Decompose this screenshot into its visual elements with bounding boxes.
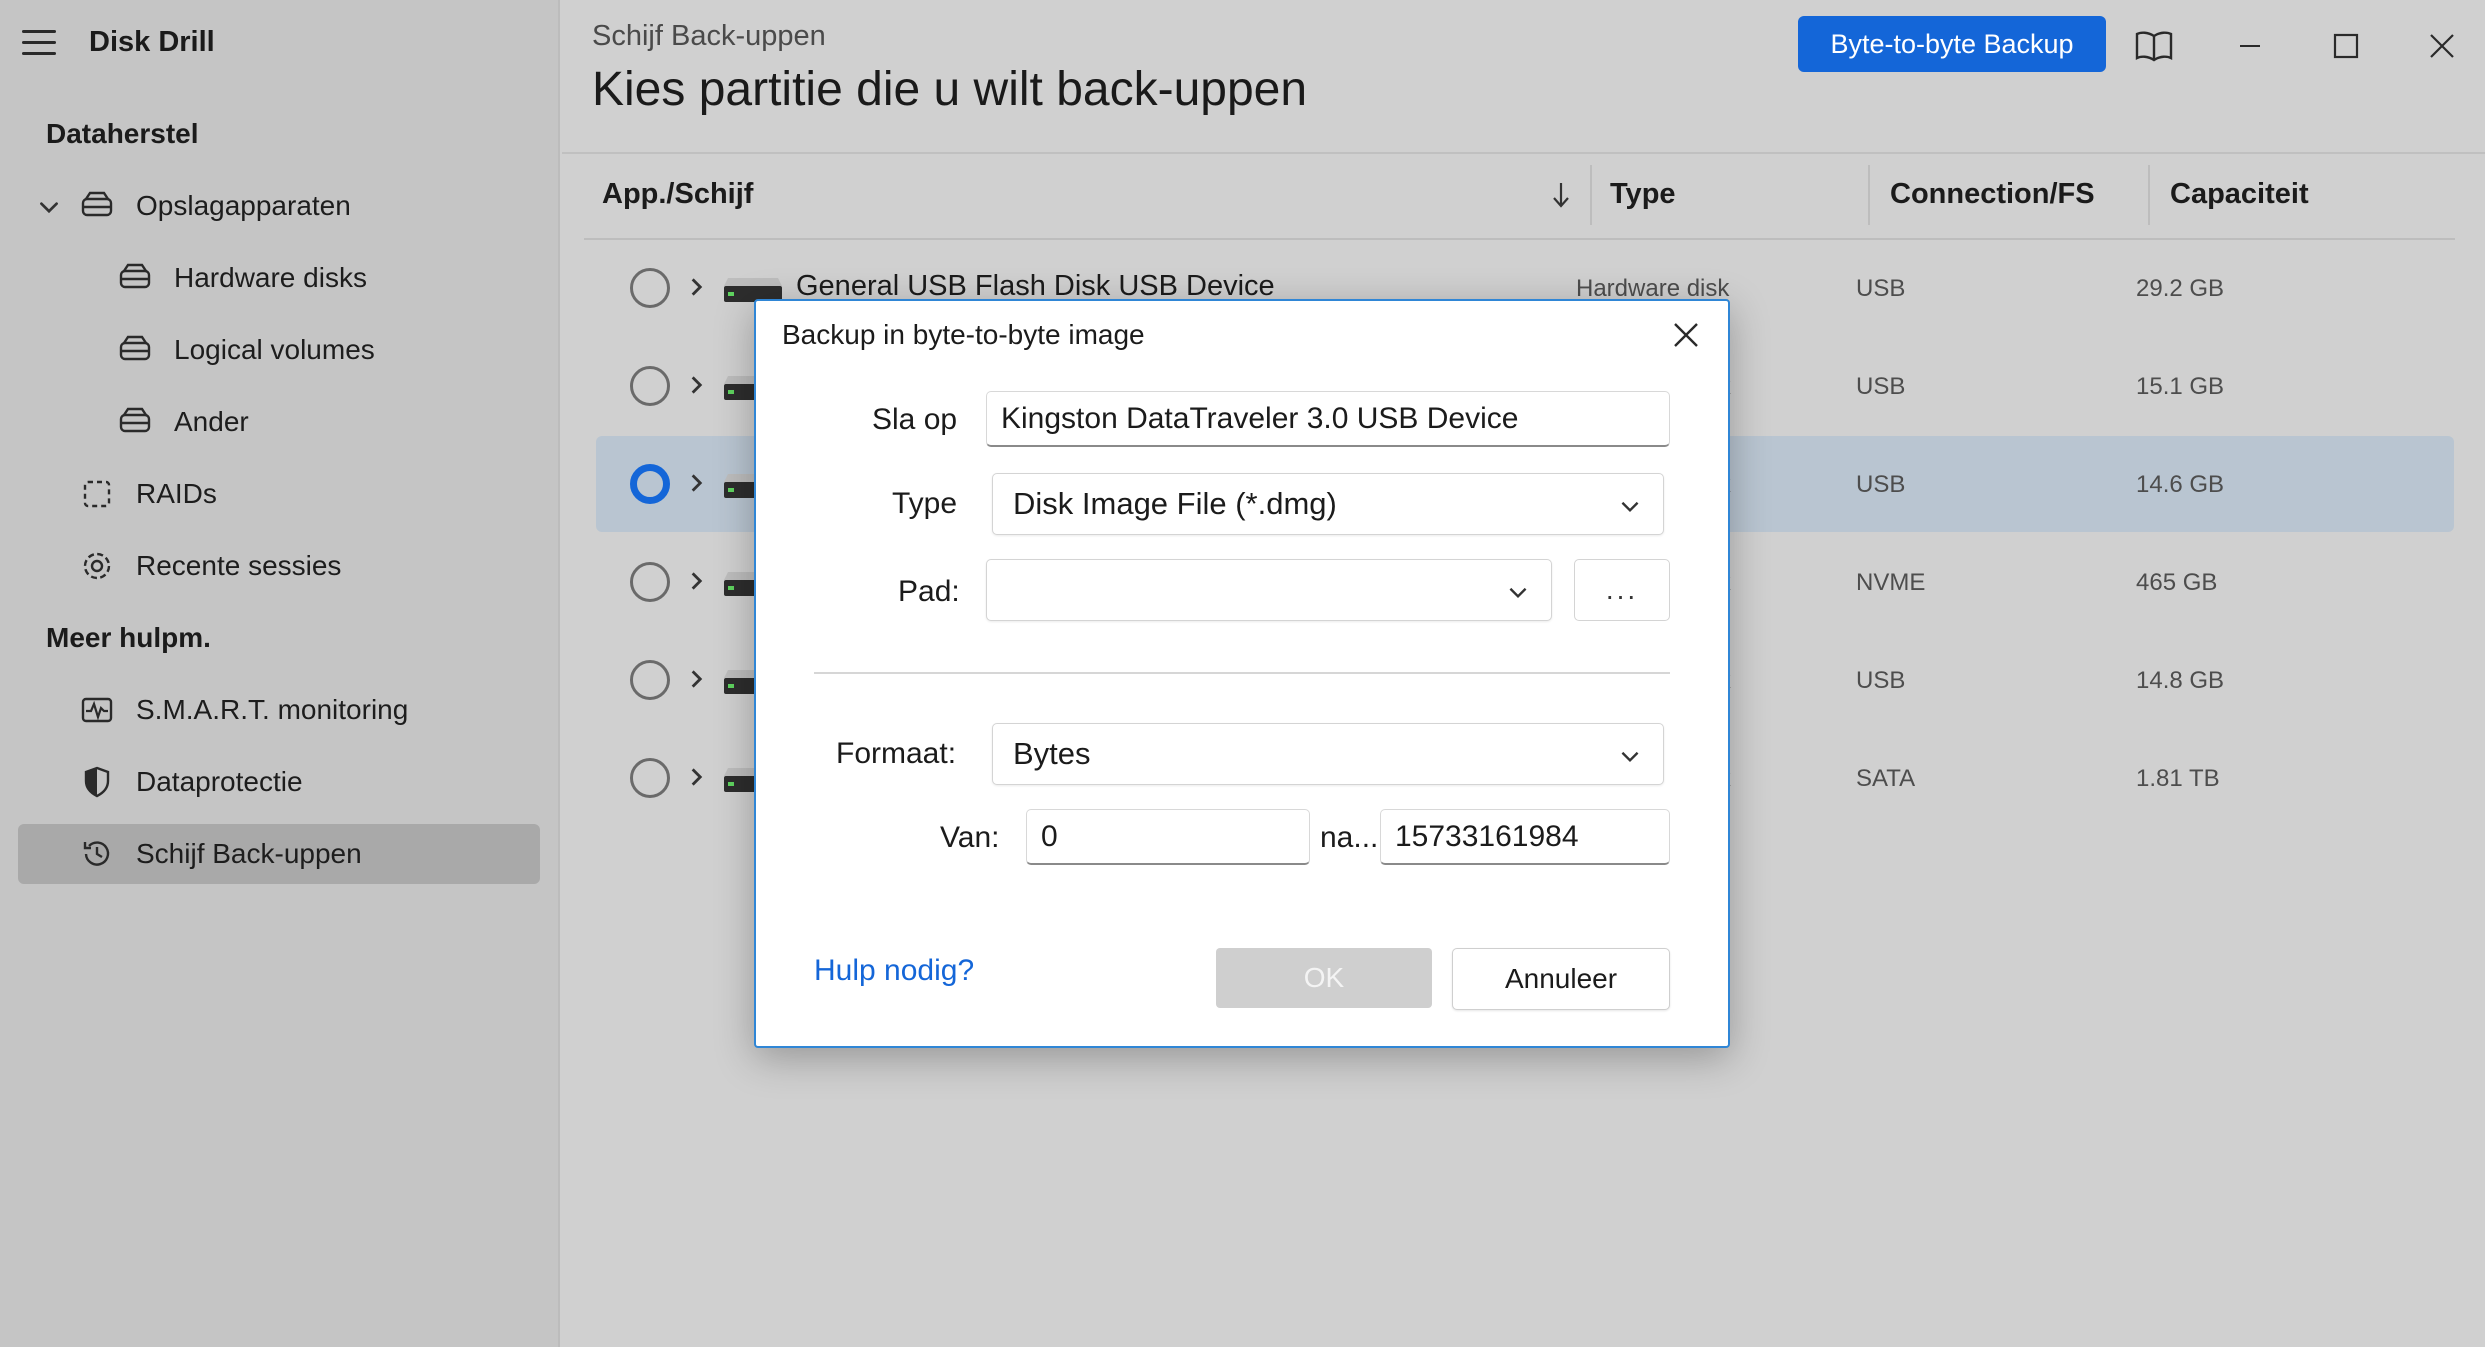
column-header-app-schijf[interactable]: App./Schijf (602, 178, 753, 211)
minimize-icon[interactable] (2228, 24, 2272, 68)
disk-capacity: 465 GB (2136, 569, 2218, 596)
maximize-icon[interactable] (2324, 24, 2368, 68)
dialog-close-icon[interactable] (1666, 315, 1706, 355)
disk-capacity: 1.81 TB (2136, 765, 2220, 792)
sidebar: Disk Drill Dataherstel Opslagapparaten H… (0, 0, 560, 1347)
disk-connection: USB (1856, 373, 1906, 400)
row-radio[interactable] (630, 268, 670, 308)
chevron-down-icon (1621, 501, 1639, 513)
section-dataherstel: Dataherstel (46, 118, 199, 149)
to-label: na... (1320, 821, 1379, 854)
disk-capacity: 14.6 GB (2136, 471, 2225, 498)
format-label: Formaat: (836, 737, 957, 770)
drive-icon (118, 405, 152, 439)
to-input[interactable] (1380, 809, 1670, 865)
column-header-connection[interactable]: Connection/FS (1890, 178, 2095, 211)
format-select[interactable]: Bytes (992, 723, 1664, 785)
sidebar-item-label: Logical volumes (174, 334, 375, 365)
pulse-icon (80, 693, 114, 727)
cancel-button[interactable]: Annuleer (1452, 948, 1670, 1010)
format-select-value: Bytes (1013, 736, 1091, 771)
chevron-right-icon[interactable] (684, 372, 710, 398)
hamburger-menu-icon[interactable] (22, 30, 56, 58)
disk-connection: NVME (1856, 569, 1926, 596)
row-radio[interactable] (630, 758, 670, 798)
sidebar-item-label: Hardware disks (174, 262, 367, 293)
row-radio-selected[interactable] (630, 464, 670, 504)
section-meer-hulpm: Meer hulpm. (46, 622, 211, 653)
drive-icon (118, 333, 152, 367)
sidebar-item-label: Dataprotectie (136, 766, 303, 797)
type-select[interactable]: Disk Image File (*.dmg) (992, 473, 1664, 535)
path-select[interactable] (986, 559, 1552, 621)
row-radio[interactable] (630, 660, 670, 700)
sidebar-item-logical-volumes[interactable]: Logical volumes (118, 320, 375, 380)
browse-button[interactable]: ... (1574, 559, 1670, 621)
chevron-down-icon[interactable] (36, 195, 62, 221)
chevron-right-icon[interactable] (684, 470, 710, 496)
chevron-right-icon[interactable] (684, 764, 710, 790)
history-icon (80, 837, 114, 871)
page-title: Kies partitie die u wilt back-uppen (592, 63, 1308, 116)
sidebar-item-smart-monitoring[interactable]: S.M.A.R.T. monitoring (80, 680, 408, 740)
column-header-type[interactable]: Type (1610, 178, 1676, 211)
type-label: Type (892, 487, 958, 520)
sidebar-item-ander[interactable]: Ander (118, 392, 249, 452)
sidebar-item-label: Recente sessies (136, 550, 342, 581)
disk-connection: USB (1856, 471, 1906, 498)
column-divider (1868, 165, 1870, 225)
book-icon[interactable] (2132, 24, 2176, 68)
chevron-right-icon[interactable] (684, 568, 710, 594)
drive-icon (80, 189, 114, 223)
column-divider (2148, 165, 2150, 225)
chevron-right-icon[interactable] (684, 274, 710, 300)
from-label: Van: (940, 821, 1000, 854)
from-input[interactable] (1026, 809, 1310, 865)
sidebar-item-label: Ander (174, 406, 249, 437)
chevron-down-icon (1509, 587, 1527, 599)
raid-icon (80, 477, 114, 511)
dialog-divider (814, 672, 1670, 674)
sidebar-item-opslagapparaten[interactable]: Opslagapparaten (80, 176, 351, 236)
sidebar-item-label: Schijf Back-uppen (136, 838, 362, 869)
sidebar-item-label: RAIDs (136, 478, 217, 509)
disk-connection: USB (1856, 275, 1906, 302)
sidebar-item-hardware-disks[interactable]: Hardware disks (118, 248, 367, 308)
close-icon[interactable] (2420, 24, 2464, 68)
disk-connection: USB (1856, 667, 1906, 694)
disk-capacity: 14.8 GB (2136, 667, 2225, 694)
header-divider (562, 152, 2485, 154)
save-label: Sla op (872, 403, 958, 436)
save-as-input[interactable] (986, 391, 1670, 447)
sidebar-item-label: S.M.A.R.T. monitoring (136, 694, 409, 725)
sidebar-item-schijf-back-uppen[interactable]: Schijf Back-uppen (18, 824, 540, 884)
breadcrumb: Schijf Back-uppen (592, 20, 826, 52)
sidebar-item-dataprotectie[interactable]: Dataprotectie (80, 752, 303, 812)
path-label: Pad: (898, 575, 960, 608)
dialog-title: Backup in byte-to-byte image (782, 319, 1145, 350)
chevron-right-icon[interactable] (684, 666, 710, 692)
help-link[interactable]: Hulp nodig? (814, 954, 974, 988)
sidebar-item-raids[interactable]: RAIDs (80, 464, 217, 524)
shield-icon (80, 765, 114, 799)
byte-to-byte-backup-button[interactable]: Byte-to-byte Backup (1798, 16, 2106, 72)
sort-arrow-down-icon[interactable] (1550, 180, 1572, 210)
disk-capacity: 15.1 GB (2136, 373, 2225, 400)
gear-icon (80, 549, 114, 583)
disk-capacity: 29.2 GB (2136, 275, 2225, 302)
chevron-down-icon (1621, 751, 1639, 763)
column-header-capaciteit[interactable]: Capaciteit (2170, 178, 2309, 211)
drive-icon (118, 261, 152, 295)
sidebar-item-recente-sessies[interactable]: Recente sessies (80, 536, 341, 596)
row-radio[interactable] (630, 366, 670, 406)
type-select-value: Disk Image File (*.dmg) (1013, 486, 1337, 521)
row-radio[interactable] (630, 562, 670, 602)
app-title: Disk Drill (89, 26, 215, 58)
sidebar-item-label: Opslagapparaten (136, 190, 351, 221)
column-divider (1590, 165, 1592, 225)
disk-connection: SATA (1856, 765, 1916, 792)
backup-dialog: Backup in byte-to-byte image Sla op Type… (754, 299, 1730, 1048)
ok-button[interactable]: OK (1216, 948, 1432, 1008)
